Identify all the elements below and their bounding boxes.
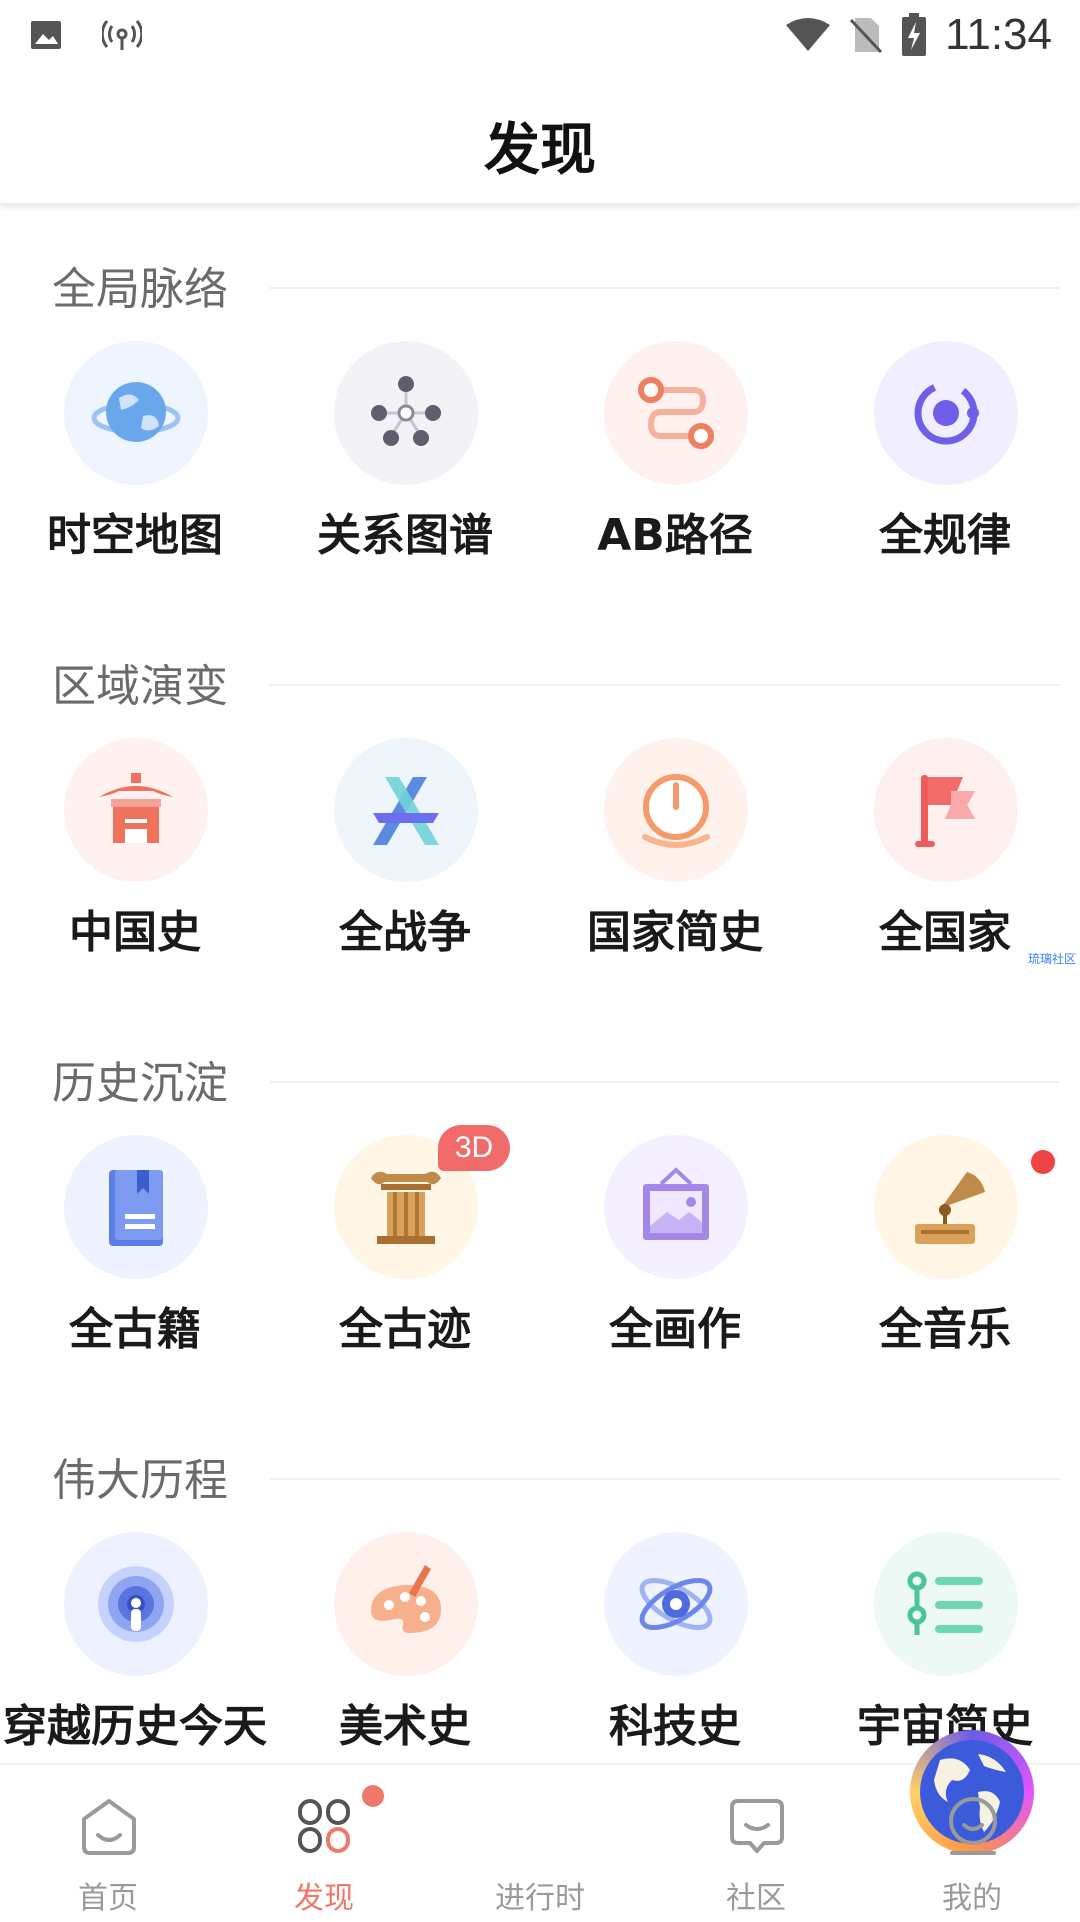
wifi-icon	[786, 18, 831, 51]
item-label: 国家简史	[587, 907, 763, 958]
item-label: 时空地图	[47, 510, 223, 561]
tab-home[interactable]: 首页	[0, 1765, 216, 1922]
image-icon	[31, 21, 61, 49]
tab-label: 进行时	[495, 1881, 585, 1916]
section-header: 历史沉淀	[52, 997, 1060, 1109]
item-label: 全古籍	[69, 1304, 201, 1355]
crossed-swords-icon	[334, 738, 478, 882]
item-label: AB路径	[597, 510, 753, 561]
section-regional-evolution: 区域演变 中国史 全战争 国家简史 全国家	[0, 600, 1080, 1000]
item-all-countries[interactable]: 全国家	[810, 738, 1080, 968]
item-today-in-history[interactable]: 穿越历史今天	[0, 1532, 270, 1762]
item-label: 全画作	[609, 1304, 741, 1355]
item-label: 中国史	[69, 907, 201, 958]
bottom-tab-bar: 首页 发现 进行时 社区 我的	[0, 1730, 1080, 1922]
item-label: 全战争	[339, 907, 471, 958]
gauge-icon	[604, 738, 748, 882]
tab-label: 我的	[942, 1881, 1002, 1916]
section-header: 伟大历程	[52, 1394, 1060, 1506]
section-title: 历史沉淀	[52, 1058, 228, 1109]
chat-icon	[730, 1799, 784, 1853]
orbit-icon	[874, 341, 1018, 485]
item-country-brief-history[interactable]: 国家简史	[540, 738, 810, 968]
item-spacetime-map[interactable]: 时空地图	[0, 341, 270, 571]
notification-dot	[362, 1785, 384, 1807]
item-label: 科技史	[609, 1701, 741, 1752]
section-divider	[270, 1081, 1060, 1083]
book-icon	[64, 1135, 208, 1279]
section-great-journey: 伟大历程 穿越历史今天 美术史 科技史 宇宙简史	[0, 1394, 1080, 1763]
item-label: 全古迹	[339, 1304, 471, 1355]
vortex-icon	[64, 1532, 208, 1676]
tab-label: 首页	[78, 1881, 138, 1916]
section-historical-deposit: 历史沉淀 全古籍 3D 全古迹 全画作 全音乐	[0, 997, 1080, 1397]
tab-label: 发现	[294, 1881, 354, 1916]
battery-charging-icon	[902, 13, 927, 56]
status-time: 11:34	[945, 10, 1052, 59]
graph-nodes-icon	[334, 341, 478, 485]
section-title: 全局脉络	[52, 264, 228, 315]
tab-mine[interactable]: 我的	[864, 1765, 1080, 1922]
no-sim-icon	[850, 18, 883, 54]
atom-icon	[604, 1532, 748, 1676]
palette-icon	[334, 1532, 478, 1676]
item-art-history[interactable]: 美术史	[270, 1532, 540, 1762]
flag-icon	[874, 738, 1018, 882]
watermark-text: 琉璃社区	[1028, 952, 1077, 966]
pavilion-icon	[64, 738, 208, 882]
item-tech-history[interactable]: 科技史	[540, 1532, 810, 1762]
path-icon	[604, 341, 748, 485]
tab-in-progress[interactable]: 进行时	[432, 1730, 1034, 1922]
top-app-bar: 发现	[0, 75, 1080, 203]
section-header: 区域演变	[52, 600, 1060, 712]
status-bar: 11:34	[0, 0, 1080, 75]
item-all-paintings[interactable]: 全画作	[540, 1135, 810, 1365]
section-divider	[270, 287, 1060, 289]
section-global-context: 全局脉络 时空地图 关系图谱 AB路径 全规律	[0, 203, 1080, 603]
section-header: 全局脉络	[52, 203, 1060, 315]
item-all-music[interactable]: 全音乐	[810, 1135, 1080, 1365]
tab-community[interactable]: 社区	[648, 1765, 864, 1922]
tab-discover[interactable]: 发现	[216, 1765, 432, 1922]
discover-icon	[298, 1799, 350, 1853]
home-icon	[82, 1799, 136, 1855]
item-label: 全音乐	[879, 1304, 1011, 1355]
item-universe-history[interactable]: 宇宙简史	[810, 1532, 1080, 1762]
painting-frame-icon	[604, 1135, 748, 1279]
tab-label: 社区	[726, 1881, 786, 1916]
item-ancient-books[interactable]: 全古籍	[0, 1135, 270, 1365]
item-label: 关系图谱	[317, 510, 493, 561]
profile-icon	[949, 1797, 997, 1855]
item-relation-graph[interactable]: 关系图谱	[270, 341, 540, 571]
section-title: 区域演变	[52, 661, 228, 712]
section-title: 伟大历程	[52, 1455, 228, 1506]
item-label: 美术史	[339, 1701, 471, 1752]
item-historic-sites[interactable]: 3D 全古迹	[270, 1125, 540, 1365]
section-divider	[270, 1478, 1060, 1480]
item-label: 全规律	[879, 510, 1011, 561]
notification-dot	[1028, 1147, 1058, 1177]
item-all-wars[interactable]: 全战争	[270, 738, 540, 968]
hotspot-icon	[102, 20, 142, 50]
badge-3d: 3D	[438, 1125, 510, 1171]
page-title: 发现	[484, 118, 596, 183]
discover-content[interactable]: 全局脉络 时空地图 关系图谱 AB路径 全规律 区域演变 中国史 全战争 国家简…	[0, 203, 1080, 1763]
section-divider	[270, 684, 1060, 686]
item-ab-path[interactable]: AB路径	[540, 341, 810, 571]
list-icon	[874, 1532, 1018, 1676]
globe-icon	[64, 341, 208, 485]
item-all-laws[interactable]: 全规律	[810, 341, 1080, 571]
item-china-history[interactable]: 中国史	[0, 738, 270, 968]
item-label: 穿越历史今天	[3, 1701, 267, 1752]
gramophone-icon	[874, 1135, 1018, 1279]
